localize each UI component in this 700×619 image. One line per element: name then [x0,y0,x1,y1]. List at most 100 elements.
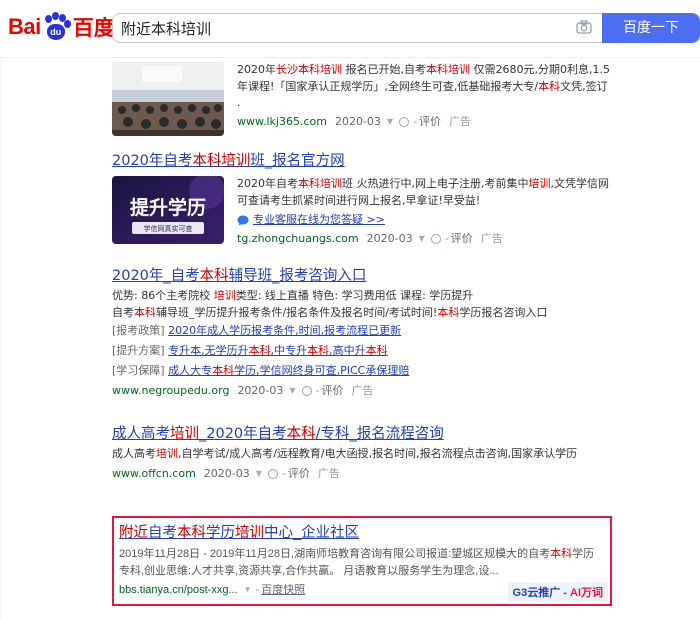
paw-icon: du [42,12,71,42]
search-input[interactable] [121,14,561,42]
text-segment: 成人高考 [112,426,170,442]
result-url[interactable]: tg.zhongchuangs.com [237,231,359,247]
rate-link[interactable]: 评价 [451,231,473,247]
result-item: 成人高考培训_2020年自考本科/专科_报名流程咨询 成人高考培训,自学考试/成… [112,424,612,500]
text-segment: 辅导班_学历提升报考条件/报名条件及报名时间/考试时间! [156,305,438,319]
keyword-highlight: 本科 [437,305,460,319]
chat-bubble-icon [237,215,249,225]
verified-icon[interactable] [430,234,441,244]
keyword-highlight: 培训 [170,426,199,442]
result-thumbnail[interactable] [112,62,224,136]
result-description: 2019年11月28日 - 2019年11月28日,湖南师培教育咨询有限公司报道… [119,546,605,579]
rate-link[interactable]: 评价 [419,114,441,130]
search-button[interactable]: 百度一下 [602,13,700,43]
verified-icon[interactable] [399,116,410,127]
text-segment: 2020年自考 [237,177,298,190]
result-meta: tg.zhongchuangs.com 2020-03 ▼ - 评价 广告 [237,231,612,247]
baidu-logo[interactable]: Bai du 百度 [8,10,115,44]
text-segment: 学历,学信网终身可查,PICC承保理赔 [234,364,410,377]
ad-label: 广告 [351,384,374,397]
keyword-highlight: 本科 [199,268,229,284]
sublink[interactable]: 成人大专本科学历,学信网终身可查,PICC承保理赔 [168,364,409,377]
text-segment: 2019年11月28日 - 2019年11月28日,湖南师培教育咨询有限公司报道… [119,548,551,560]
result-meta: www.lkj365.com 2020-03 ▼ - 评价 广告 [237,114,612,130]
header: Bai du 百度 百度一下 [0,0,700,58]
text-segment: 班_报名官方网 [250,153,345,169]
keyword-highlight: 本科 [550,548,573,560]
keyword-highlight: 本科 [248,344,271,357]
text-segment: 成人高考 [112,447,156,460]
verified-icon[interactable] [301,386,312,396]
text-segment: ,中专升 [270,344,308,357]
result-meta: www.negroupedu.org 2020-03 ▼ - 评价 广告 [112,383,612,399]
result-date: 2020-03 [203,466,250,480]
logo-text-latin: Bai [8,14,41,39]
result-url[interactable]: www.offcn.com [112,466,196,482]
text-segment: /专科_报名流程咨询 [315,426,444,442]
logo-text-paw: du [46,24,65,40]
ad-label: 广告 [317,466,340,480]
result-url[interactable]: www.negroupedu.org [112,383,229,399]
rate-link[interactable]: 评价 [322,383,344,399]
service-link[interactable]: 专业客服在线为您答疑 >> [253,212,385,228]
result-meta: www.offcn.com 2020-03 ▼ - 评价 广告 [112,466,612,482]
keyword-highlight: 附近 [119,525,148,541]
logo-text-cn: 百度 [72,16,115,40]
sublink-row: [报考政策] 2020年成人学历报考条件,时间,报考流程已更新 [112,321,612,341]
result-description: 成人高考培训,自学考试/成人高考/远程教育/电大函授,报名时间,报名流程点击咨询… [112,446,612,463]
result-date: 2020-03 [237,384,284,397]
promo-badge: G3云推广 - AI万词 [507,582,608,602]
keyword-highlight: 本科 [538,79,561,93]
result-description: 2020年长沙本科培训 报名已开始,自考本科培训 仅需2680元,分期0利息,1… [237,62,612,112]
highlighted-result-frame: 附近自考本科学历培训中心_企业社区 2019年11月28日 - 2019年11月… [112,516,612,606]
text-segment: ,高中升 [329,344,366,357]
ad-label: 广告 [480,232,503,245]
result-description: 2020年自考本科培训班 火热进行中,网上电子注册,考前集中培训,文凭学信网可查… [237,176,612,209]
keyword-highlight: 本科 [286,426,316,442]
text-segment: 类型: 线上直播 特色: 学习费用低 课程: 学历提升 [235,289,474,302]
text-segment: 辅导班_报考咨询入口 [228,268,367,284]
result-item: 2020年_自考本科辅导班_报考咨询入口 优势: 86个主考院校 培训类型: 线… [112,266,612,412]
text-segment: 学历报名咨询入口 [459,305,548,319]
keyword-highlight: 培训 [213,289,236,302]
sublink-label: [提升方案] [112,344,169,357]
separator: - [255,584,260,596]
result-thumbnail[interactable]: 提升学历 学信网真实可查 [112,176,224,244]
text-segment: 自考 [112,305,134,319]
dropdown-arrow-icon[interactable]: ▼ [244,582,252,598]
keyword-highlight: 本科 [365,344,388,357]
keyword-highlight: 培训 [235,525,264,541]
result-url[interactable]: www.lkj365.com [237,114,327,130]
sublink[interactable]: 2020年成人学历报考条件,时间,报考流程已更新 [168,324,401,337]
result-title-link[interactable]: 2020年_自考本科辅导班_报考咨询入口 [112,266,612,286]
result-title-link[interactable]: 2020年自考本科培训班_报名官方网 [112,151,612,171]
dropdown-arrow-icon[interactable]: ▼ [387,114,393,130]
verified-icon[interactable] [267,468,278,479]
dropdown-arrow-icon[interactable]: ▼ [289,383,295,399]
text-segment: 2020年_自考 [112,268,200,284]
search-box [112,13,602,43]
result-date: 2020-03 [366,232,413,245]
sublink[interactable]: 专升本,无学历升本科,中专升本科,高中升本科 [168,344,388,357]
text-segment: 班 火热进行中,网上电子注册,考前集中 [342,177,529,190]
camera-icon[interactable] [576,20,592,34]
text-segment: 专升本,无学历升 [168,344,249,357]
sublink-row: [提升方案] 专升本,无学历升本科,中专升本科,高中升本科 [112,341,612,361]
keyword-highlight: 本科 [134,305,156,319]
rate-link[interactable]: 评价 [288,466,310,482]
dropdown-arrow-icon[interactable]: ▼ [256,466,262,482]
separator: - [413,114,418,128]
result-description: 自考本科辅导班_学历提升报考条件/报名条件及报名时间/考试时间!本科学历报名咨询… [112,305,612,322]
promo-badge-blue: G3云推广 [512,587,561,599]
result-title-link[interactable]: 附近自考本科学历培训中心_企业社区 [119,523,605,543]
result-url[interactable]: bbs.tianya.cn/post-xxg... [119,582,238,598]
keyword-highlight: 本科培训 [192,153,251,169]
keyword-highlight: 本科 [212,364,235,377]
text-segment: 成人大专 [168,364,213,377]
sublink-list: [报考政策] 2020年成人学历报考条件,时间,报考流程已更新 [提升方案] 专升… [112,321,612,381]
text-segment: 优势: 86个主考院校 [112,289,214,302]
dropdown-arrow-icon[interactable]: ▼ [419,231,425,247]
svg-text:学信网真实可查: 学信网真实可查 [144,224,193,233]
result-title-link[interactable]: 成人高考培训_2020年自考本科/专科_报名流程咨询 [112,424,612,444]
snapshot-link[interactable]: 百度快照 [261,582,305,598]
